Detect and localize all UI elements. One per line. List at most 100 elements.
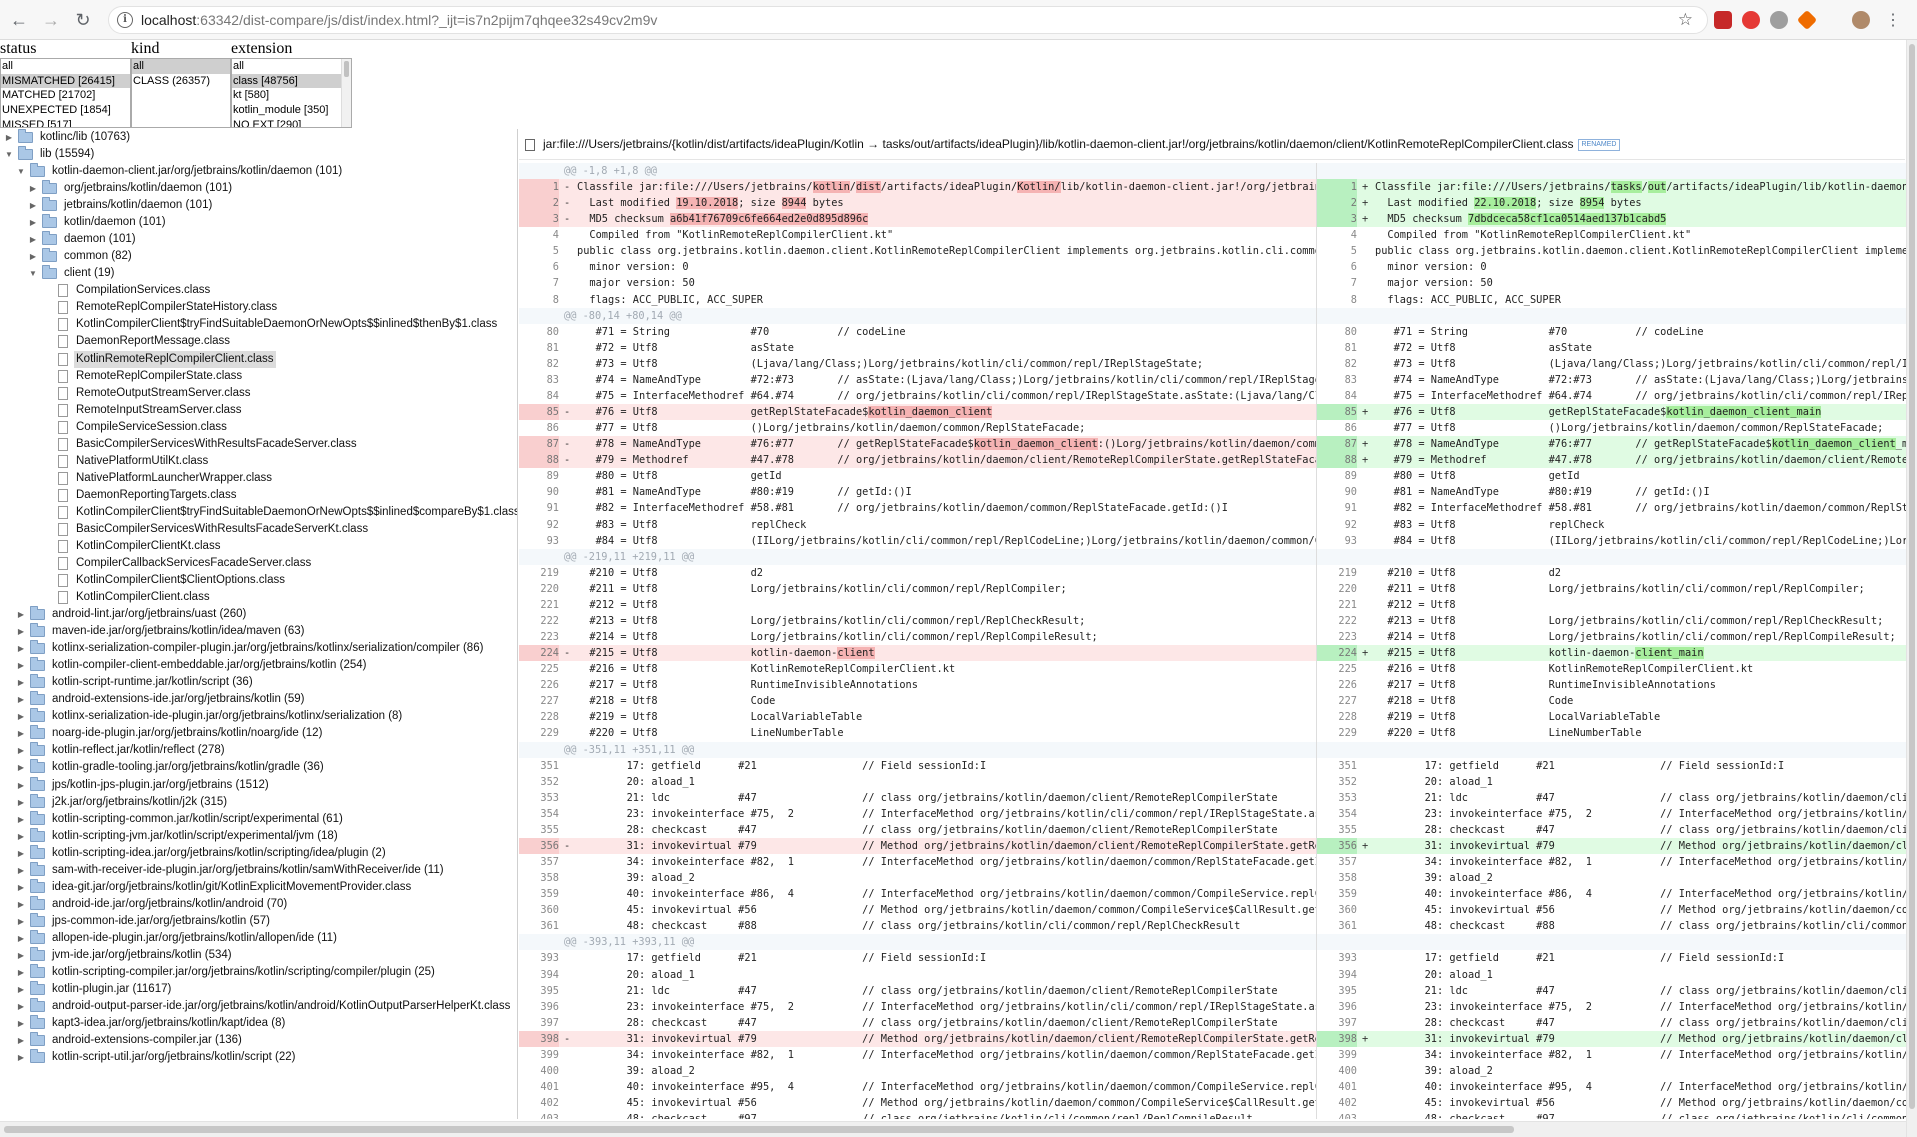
- collapse-triangle-icon[interactable]: ▶: [16, 879, 26, 896]
- file-icon: [58, 369, 68, 383]
- collapse-triangle-icon[interactable]: ▶: [16, 930, 26, 947]
- orange-extension-icon[interactable]: [1796, 9, 1818, 31]
- collapse-triangle-icon[interactable]: ▶: [16, 623, 26, 640]
- collapse-triangle-icon[interactable]: ▶: [16, 794, 26, 811]
- collapse-triangle-icon[interactable]: ▶: [16, 1049, 26, 1066]
- code-segment: kotlin: [812, 181, 850, 194]
- diff-line: 3 + MD5 checksum 7dbdceca58cf1ca0514aed13…: [1317, 211, 1906, 228]
- diff-line: 221 #212 = Utf8: [1317, 597, 1906, 613]
- bookmark-star-icon[interactable]: ☆: [1678, 10, 1693, 30]
- listbox-scrollbar[interactable]: [341, 59, 351, 127]
- file-icon: [58, 403, 68, 417]
- file-icon: [58, 386, 68, 400]
- collapse-triangle-icon[interactable]: ▶: [16, 657, 26, 674]
- collapse-triangle-icon[interactable]: ▶: [16, 964, 26, 981]
- code-text: #214 = Utf8 Lorg/jetbrains/kotlin/cli/co…: [577, 631, 1098, 644]
- collapse-triangle-icon[interactable]: ▶: [16, 725, 26, 742]
- tree-item-label: kapt3-idea.jar/org/jetbrains/kotlin/kapt…: [52, 1017, 286, 1030]
- collapse-triangle-icon[interactable]: ▶: [16, 606, 26, 623]
- expand-triangle-icon[interactable]: ▼: [28, 265, 38, 282]
- horizontal-scrollbar[interactable]: [0, 1121, 1906, 1137]
- code-text: major version: 50: [577, 277, 695, 290]
- extension-listbox[interactable]: all class [48756] kt [580] kotlin_module [3…: [231, 58, 352, 128]
- filter-option[interactable]: MISSED [517]: [1, 118, 130, 127]
- collapse-triangle-icon[interactable]: ▶: [16, 862, 26, 879]
- collapse-triangle-icon[interactable]: ▶: [28, 231, 38, 248]
- code-segment: 8954: [1579, 197, 1605, 210]
- file-icon: [58, 301, 68, 315]
- code-segment: /artifacts/ideaPlugin/: [880, 181, 1018, 194]
- vertical-scrollbar[interactable]: [1906, 40, 1917, 1137]
- collapse-triangle-icon[interactable]: ▶: [16, 947, 26, 964]
- collapse-triangle-icon[interactable]: ▶: [16, 777, 26, 794]
- filter-option[interactable]: MATCHED [21702]: [1, 88, 130, 103]
- vertical-scroll-thumb[interactable]: [1909, 44, 1915, 1109]
- filter-option[interactable]: NO EXT [290]: [232, 118, 351, 127]
- expand-triangle-icon[interactable]: ▼: [16, 163, 26, 180]
- tree-item-label: android-ide.jar/org/jetbrains/kotlin/and…: [52, 897, 288, 910]
- back-arrow-icon[interactable]: ←: [6, 7, 32, 33]
- expand-triangle-icon[interactable]: ▼: [4, 146, 14, 163]
- collapse-triangle-icon[interactable]: ▶: [16, 640, 26, 657]
- avatar[interactable]: [1852, 11, 1870, 29]
- code-text: 34: invokeinterface #82, 1 // InterfaceM…: [1424, 1048, 1906, 1061]
- address-url[interactable]: localhost:63342/dist-compare/js/dist/ind…: [141, 12, 657, 28]
- collapse-triangle-icon[interactable]: ▶: [16, 1032, 26, 1049]
- folder-icon: [30, 895, 45, 910]
- tree-item-label: DaemonReportingTargets.class: [76, 488, 237, 501]
- filter-option[interactable]: CLASS (26357): [132, 74, 230, 89]
- diff-line: 402 45: invokevirtual #56 // Method org/…: [1317, 1095, 1906, 1111]
- code-text: #81 = NameAndType #80:#19 // getId:()I: [577, 486, 912, 499]
- site-info-icon[interactable]: i: [117, 12, 133, 28]
- filter-option[interactable]: MISMATCHED [26415]: [1, 73, 130, 89]
- collapse-triangle-icon[interactable]: ▶: [4, 129, 14, 146]
- reload-icon[interactable]: ↻: [70, 7, 96, 33]
- horizontal-scroll-thumb[interactable]: [4, 1126, 1514, 1133]
- kind-listbox[interactable]: all CLASS (26357): [131, 58, 231, 128]
- collapse-triangle-icon[interactable]: ▶: [16, 742, 26, 759]
- collapse-triangle-icon[interactable]: ▶: [16, 691, 26, 708]
- tree-item-label: RemoteInputStreamServer.class: [76, 403, 242, 416]
- line-number: 351: [1338, 759, 1357, 772]
- collapse-triangle-icon[interactable]: ▶: [16, 708, 26, 725]
- collapse-triangle-icon[interactable]: ▶: [28, 214, 38, 231]
- collapse-triangle-icon[interactable]: ▶: [28, 180, 38, 197]
- collapse-triangle-icon[interactable]: ▶: [16, 998, 26, 1015]
- tree-item-label: kotlinx-serialization-compiler-plugin.ja…: [52, 642, 484, 655]
- diff-line: 84 #75 = InterfaceMethodref #64.#74 // o…: [519, 388, 1316, 404]
- opera-extension-icon[interactable]: [1742, 11, 1760, 29]
- collapse-triangle-icon[interactable]: ▶: [16, 828, 26, 845]
- filter-option[interactable]: kt [580]: [232, 88, 351, 103]
- filter-option[interactable]: all: [1, 59, 130, 74]
- folder-icon: [30, 759, 45, 774]
- collapse-triangle-icon[interactable]: ▶: [16, 981, 26, 998]
- menu-dots-icon[interactable]: ⋮: [1880, 7, 1906, 33]
- code-text: @@ -351,11 +351,11 @@: [564, 743, 695, 756]
- folder-icon: [42, 231, 57, 246]
- collapse-triangle-icon[interactable]: ▶: [28, 248, 38, 265]
- extension-red-icon[interactable]: [1714, 11, 1732, 29]
- line-number: 400: [540, 1064, 559, 1077]
- forward-arrow-icon[interactable]: →: [38, 7, 64, 33]
- filter-option[interactable]: kotlin_module [350]: [232, 103, 351, 118]
- collapse-triangle-icon[interactable]: ▶: [16, 896, 26, 913]
- gray-extension-icon[interactable]: [1770, 11, 1788, 29]
- collapse-triangle-icon[interactable]: ▶: [16, 759, 26, 776]
- address-bar[interactable]: i localhost:63342/dist-compare/js/dist/i…: [108, 6, 1708, 34]
- collapse-triangle-icon[interactable]: ▶: [28, 197, 38, 214]
- filter-option[interactable]: all: [132, 59, 230, 74]
- code-text: #218 = Utf8 Code: [1375, 695, 1574, 708]
- filter-option[interactable]: UNEXPECTED [1854]: [1, 103, 130, 118]
- collapse-triangle-icon[interactable]: ▶: [16, 913, 26, 930]
- code-text: #81 = NameAndType #80:#19 // getId:()I: [1375, 486, 1710, 499]
- collapse-triangle-icon[interactable]: ▶: [16, 674, 26, 691]
- filter-option[interactable]: all: [232, 59, 351, 74]
- status-listbox[interactable]: all MISMATCHED [26415] MATCHED [21702] UNEX…: [0, 58, 131, 128]
- line-number: 227: [540, 695, 559, 708]
- code-text: #220 = Utf8 LineNumberTable: [1375, 727, 1642, 740]
- collapse-triangle-icon[interactable]: ▶: [16, 1015, 26, 1032]
- filter-option[interactable]: class [48756]: [232, 73, 351, 89]
- diff-line: 8 flags: ACC_PUBLIC, ACC_SUPER: [1317, 292, 1906, 308]
- collapse-triangle-icon[interactable]: ▶: [16, 845, 26, 862]
- collapse-triangle-icon[interactable]: ▶: [16, 811, 26, 828]
